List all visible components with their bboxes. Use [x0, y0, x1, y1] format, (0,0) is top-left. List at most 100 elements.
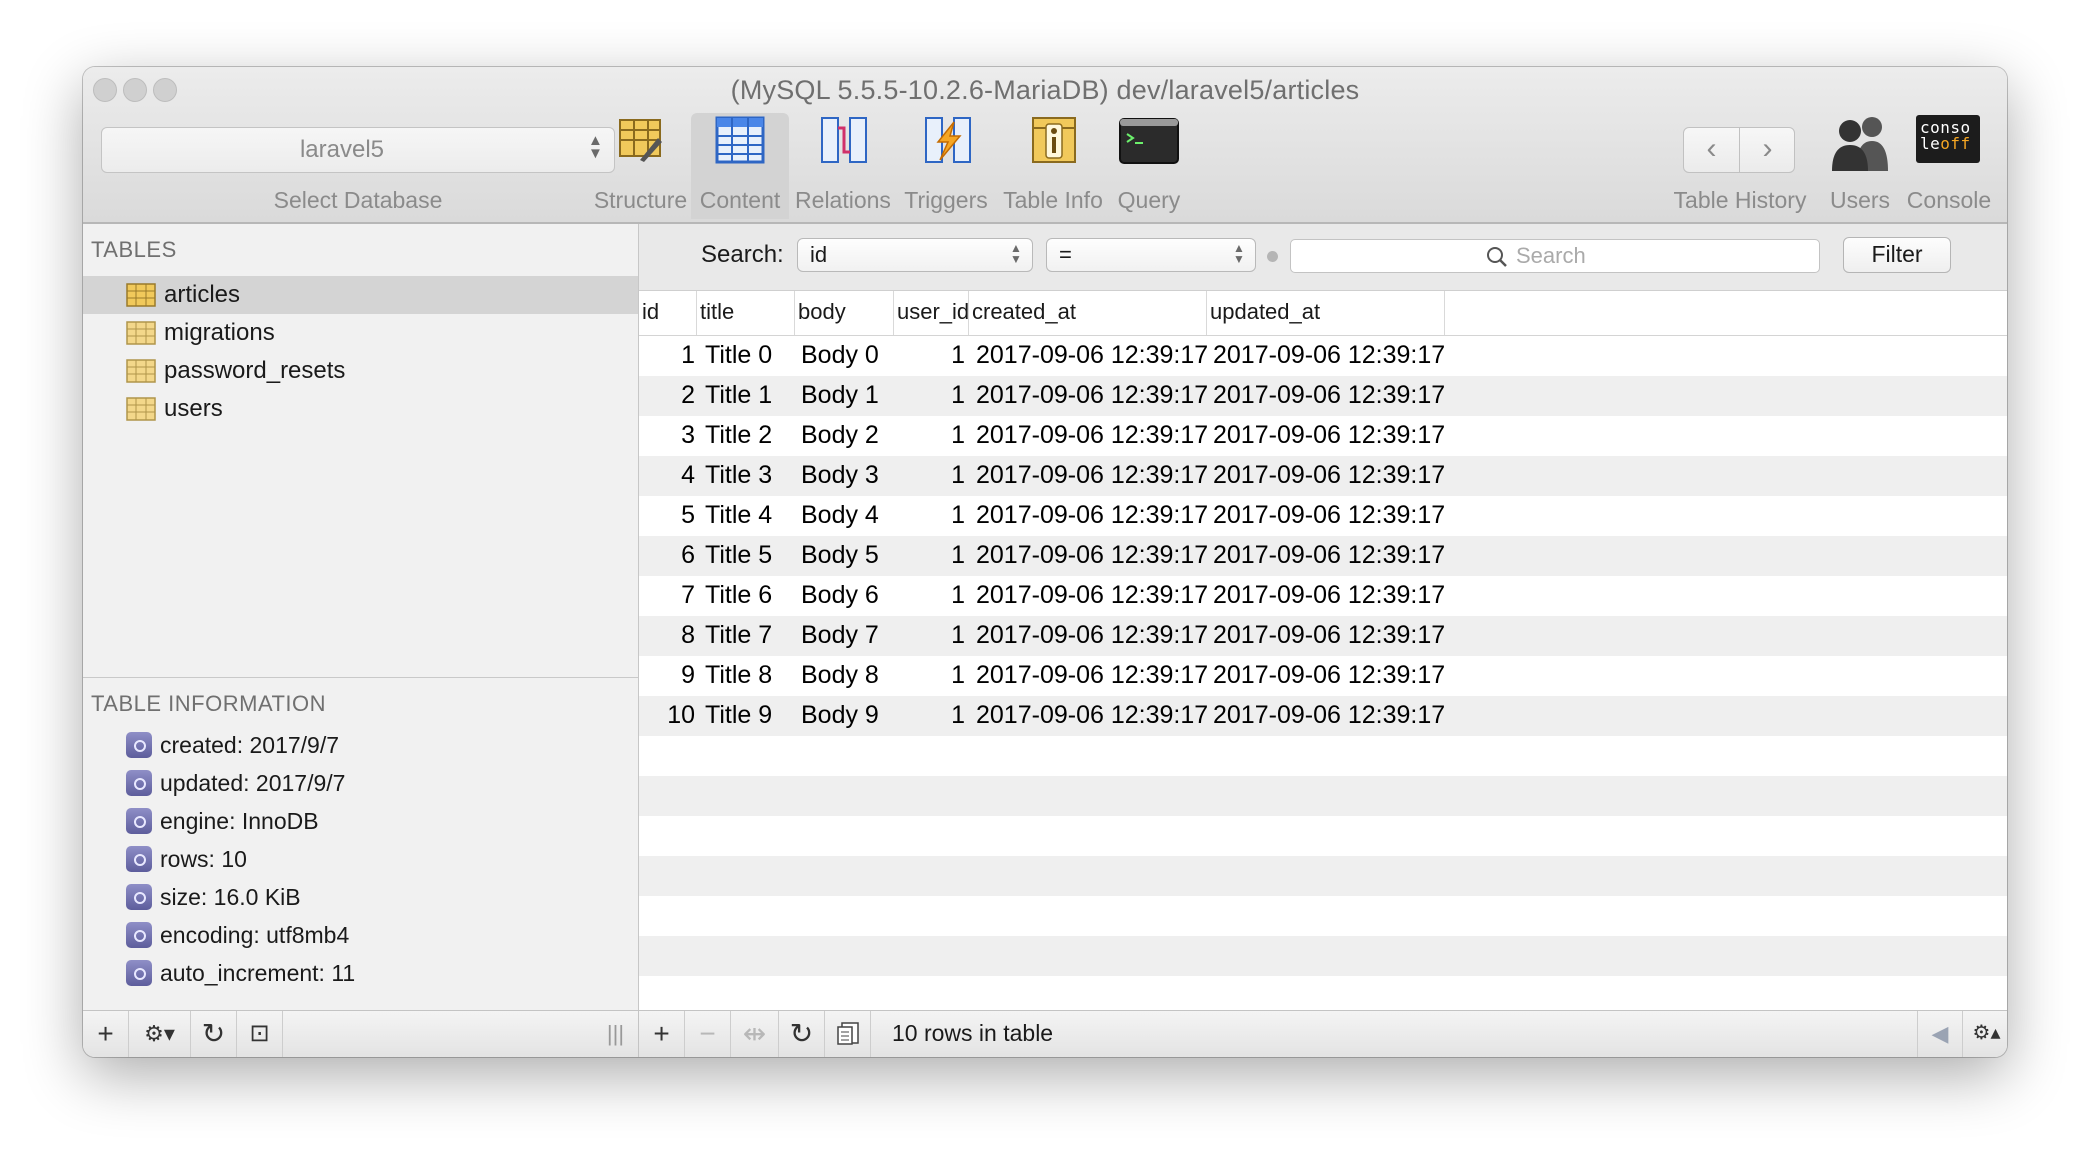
table-cell-user-id[interactable]: 1 [894, 701, 965, 730]
edit-in-sheet-button[interactable] [825, 1011, 871, 1057]
table-cell-title[interactable]: Title 4 [705, 501, 795, 530]
add-row-button[interactable]: + [639, 1011, 685, 1057]
table-cell-created-at[interactable]: 2017-09-06 12:39:17 [976, 501, 1208, 530]
table-cell-updated-at[interactable]: 2017-09-06 12:39:17 [1213, 701, 1445, 730]
table-cell-user-id[interactable]: 1 [894, 541, 965, 570]
table-cell-id[interactable]: 7 [639, 581, 695, 610]
duplicate-row-button[interactable]: ⇹ [731, 1011, 779, 1057]
table-cell-updated-at[interactable]: 2017-09-06 12:39:17 [1213, 381, 1445, 410]
table-row[interactable]: 10 Title 9 Body 9 1 2017-09-06 12:39:17 2017-… [639, 696, 2007, 736]
table-cell-body[interactable]: Body 8 [801, 661, 891, 690]
table-cell-user-id[interactable]: 1 [894, 381, 965, 410]
history-forward-button[interactable]: › [1740, 128, 1795, 172]
table-cell-updated-at[interactable]: 2017-09-06 12:39:17 [1213, 581, 1445, 610]
table-cell-created-at[interactable]: 2017-09-06 12:39:17 [976, 541, 1208, 570]
table-cell-created-at[interactable]: 2017-09-06 12:39:17 [976, 621, 1208, 650]
table-cell-user-id[interactable]: 1 [894, 341, 965, 370]
toolbar-console-button[interactable]: conso leoff Console [1905, 113, 1993, 219]
history-back-button[interactable]: ‹ [1684, 128, 1740, 172]
table-cell-id[interactable]: 10 [639, 701, 695, 730]
table-cell-id[interactable]: 5 [639, 501, 695, 530]
table-cell-title[interactable]: Title 1 [705, 381, 795, 410]
table-cell-created-at[interactable]: 2017-09-06 12:39:17 [976, 461, 1208, 490]
table-cell-body[interactable]: Body 6 [801, 581, 891, 610]
table-cell-user-id[interactable]: 1 [894, 661, 965, 690]
refresh-tables-button[interactable]: ↻ [191, 1011, 237, 1057]
table-cell-updated-at[interactable]: 2017-09-06 12:39:17 [1213, 421, 1445, 450]
toolbar-users-button[interactable]: Users [1825, 113, 1895, 219]
table-cell-body[interactable]: Body 3 [801, 461, 891, 490]
column-header-id[interactable]: id [639, 291, 697, 335]
table-row[interactable]: 9 Title 8 Body 8 1 2017-09-06 12:39:17 2017-0… [639, 656, 2007, 696]
sidebar-item-articles[interactable]: articles [83, 276, 638, 314]
delete-row-button[interactable]: − [685, 1011, 731, 1057]
column-header-user-id[interactable]: user_id [894, 291, 969, 335]
table-cell-created-at[interactable]: 2017-09-06 12:39:17 [976, 341, 1208, 370]
table-row[interactable]: 4 Title 3 Body 3 1 2017-09-06 12:39:17 2017-0… [639, 456, 2007, 496]
previous-page-button[interactable]: ◀ [1917, 1011, 1963, 1057]
column-header-created-at[interactable]: created_at [969, 291, 1207, 335]
table-cell-created-at[interactable]: 2017-09-06 12:39:17 [976, 421, 1208, 450]
table-cell-updated-at[interactable]: 2017-09-06 12:39:17 [1213, 661, 1445, 690]
table-cell-created-at[interactable]: 2017-09-06 12:39:17 [976, 581, 1208, 610]
table-cell-updated-at[interactable]: 2017-09-06 12:39:17 [1213, 541, 1445, 570]
table-row[interactable]: 5 Title 4 Body 4 1 2017-09-06 12:39:17 2017-0… [639, 496, 2007, 536]
table-cell-id[interactable]: 3 [639, 421, 695, 450]
table-cell-created-at[interactable]: 2017-09-06 12:39:17 [976, 661, 1208, 690]
table-cell-user-id[interactable]: 1 [894, 581, 965, 610]
table-row[interactable]: 3 Title 2 Body 2 1 2017-09-06 12:39:17 2017-0… [639, 416, 2007, 456]
toolbar-content-button[interactable]: Content [691, 113, 789, 219]
column-header-title[interactable]: title [697, 291, 795, 335]
table-cell-body[interactable]: Body 2 [801, 421, 891, 450]
add-table-button[interactable]: + [83, 1011, 129, 1057]
table-cell-body[interactable]: Body 0 [801, 341, 891, 370]
table-cell-body[interactable]: Body 9 [801, 701, 891, 730]
table-cell-id[interactable]: 9 [639, 661, 695, 690]
table-cell-title[interactable]: Title 8 [705, 661, 795, 690]
column-header-body[interactable]: body [795, 291, 894, 335]
table-cell-user-id[interactable]: 1 [894, 421, 965, 450]
table-row[interactable]: 8 Title 7 Body 7 1 2017-09-06 12:39:17 2017-0… [639, 616, 2007, 656]
sidebar-item-users[interactable]: users [83, 390, 638, 428]
table-cell-created-at[interactable]: 2017-09-06 12:39:17 [976, 381, 1208, 410]
table-cell-id[interactable]: 4 [639, 461, 695, 490]
table-cell-title[interactable]: Title 9 [705, 701, 795, 730]
toggle-info-pane-button[interactable]: ⊡ [237, 1011, 283, 1057]
table-cell-updated-at[interactable]: 2017-09-06 12:39:17 [1213, 621, 1445, 650]
toolbar-relations-button[interactable]: Relations [791, 113, 895, 219]
table-cell-title[interactable]: Title 2 [705, 421, 795, 450]
sidebar-item-migrations[interactable]: migrations [83, 314, 638, 352]
table-actions-gear-button[interactable]: ⚙▾ [129, 1011, 191, 1057]
table-cell-user-id[interactable]: 1 [894, 621, 965, 650]
table-row[interactable]: 2 Title 1 Body 1 1 2017-09-06 12:39:17 2017-0… [639, 376, 2007, 416]
table-cell-id[interactable]: 1 [639, 341, 695, 370]
filter-button[interactable]: Filter [1843, 237, 1951, 273]
table-cell-id[interactable]: 8 [639, 621, 695, 650]
sidebar-item-password-resets[interactable]: password_resets [83, 352, 638, 390]
table-cell-body[interactable]: Body 7 [801, 621, 891, 650]
sidebar-resize-handle[interactable]: ||| [593, 1011, 638, 1057]
table-cell-title[interactable]: Title 7 [705, 621, 795, 650]
search-operator-select[interactable]: = ▲ ▼ [1046, 238, 1256, 272]
toolbar-table-info-button[interactable]: Table Info [997, 113, 1109, 219]
toolbar-structure-button[interactable]: Structure [588, 113, 693, 219]
table-cell-title[interactable]: Title 5 [705, 541, 795, 570]
search-field-select[interactable]: id ▲ ▼ [797, 238, 1033, 272]
toolbar-query-button[interactable]: Query [1111, 113, 1187, 219]
table-cell-updated-at[interactable]: 2017-09-06 12:39:17 [1213, 501, 1445, 530]
table-cell-id[interactable]: 2 [639, 381, 695, 410]
table-cell-title[interactable]: Title 3 [705, 461, 795, 490]
refresh-content-button[interactable]: ↻ [779, 1011, 825, 1057]
table-row[interactable]: 7 Title 6 Body 6 1 2017-09-06 12:39:17 2017-0… [639, 576, 2007, 616]
column-header-updated-at[interactable]: updated_at [1207, 291, 1445, 335]
table-cell-user-id[interactable]: 1 [894, 461, 965, 490]
table-cell-id[interactable]: 6 [639, 541, 695, 570]
table-cell-updated-at[interactable]: 2017-09-06 12:39:17 [1213, 461, 1445, 490]
table-cell-created-at[interactable]: 2017-09-06 12:39:17 [976, 701, 1208, 730]
database-select[interactable]: laravel5 ▲ ▼ [101, 127, 615, 173]
search-input[interactable]: Search [1290, 239, 1820, 273]
table-row[interactable]: 6 Title 5 Body 5 1 2017-09-06 12:39:17 2017-0… [639, 536, 2007, 576]
table-cell-updated-at[interactable]: 2017-09-06 12:39:17 [1213, 341, 1445, 370]
table-cell-body[interactable]: Body 1 [801, 381, 891, 410]
table-cell-title[interactable]: Title 6 [705, 581, 795, 610]
